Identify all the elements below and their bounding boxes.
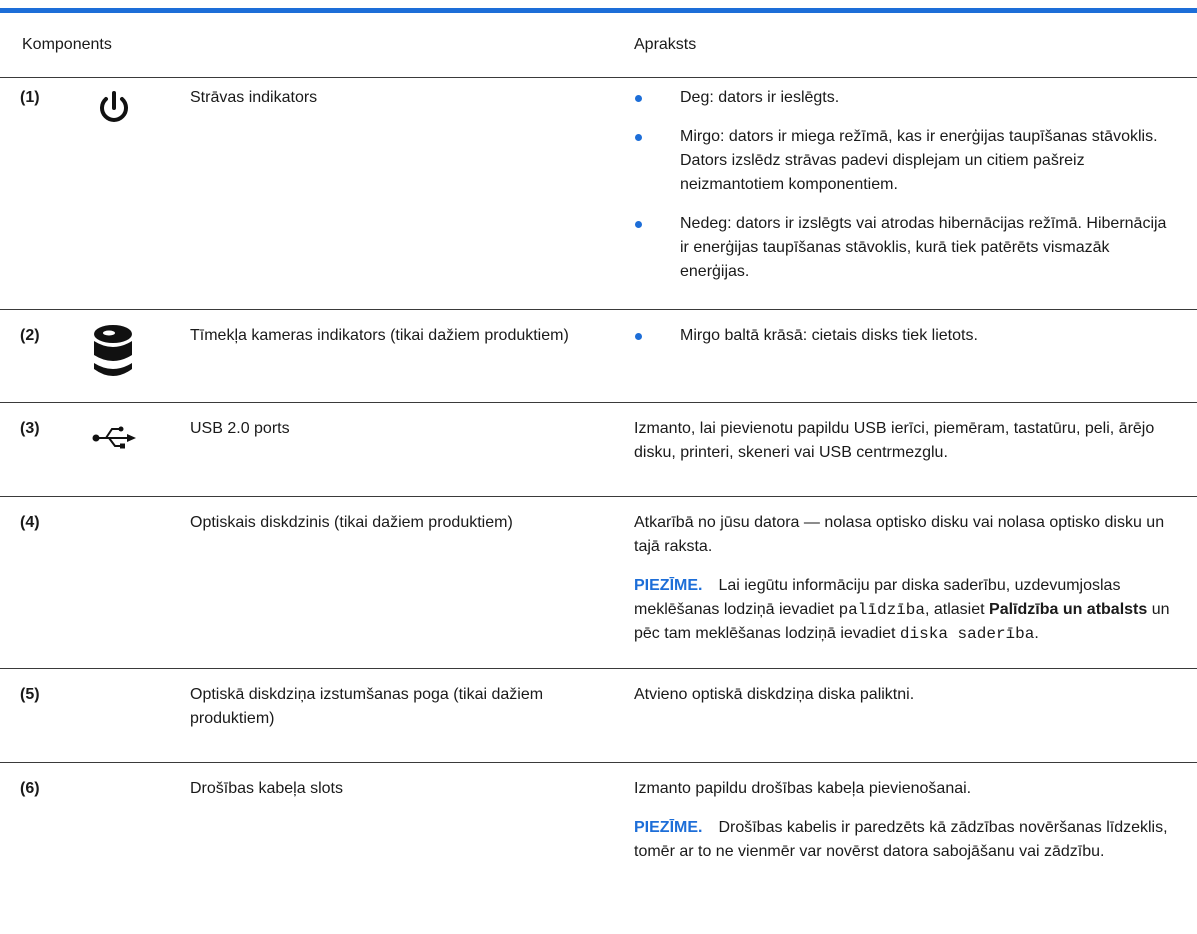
bullet-text: Mirgo: dators ir miega režīmā, kas ir en… <box>680 128 1158 193</box>
note-label: PIEZĪME. <box>634 577 703 594</box>
description-text: Izmanto papildu drošības kabeļa pievieno… <box>634 780 972 797</box>
bullet-dot <box>635 134 642 141</box>
column-header-component: Komponents <box>22 36 112 53</box>
component-description: Mirgo baltā krāsā: cietais disks tiek li… <box>634 324 1179 348</box>
note: PIEZĪME. Lai iegūtu informāciju par diska… <box>634 574 1179 646</box>
table-row: (1) Strāvas indikators Deg: dators ir ie… <box>0 77 1197 310</box>
component-description: Atkarībā no jūsu datora — nolasa optisko… <box>634 511 1179 646</box>
component-description: Atvieno optiskā diskdziņa diska paliktni… <box>634 686 915 703</box>
note-text: . <box>1034 625 1039 642</box>
component-name: Strāvas indikators <box>190 89 318 106</box>
note-text: , atlasiet <box>924 601 990 618</box>
row-number: (1) <box>20 89 40 106</box>
note-bold: Palīdzība un atbalsts <box>989 601 1148 618</box>
component-description: Deg: dators ir ieslēgts. Mirgo: dators i… <box>634 86 1179 284</box>
row-number: (3) <box>20 420 40 437</box>
component-description: Izmanto papildu drošības kabeļa pievieno… <box>634 777 1179 864</box>
table-row: (4) Optiskais diskdzinis (tikai dažiem p… <box>0 497 1197 669</box>
table-row: (6) Drošības kabeļa slots Izmanto papild… <box>0 763 1197 923</box>
bullet-dot <box>635 333 642 340</box>
table-row: (3) USB 2.0 ports Izmanto, lai pievienot… <box>0 403 1197 497</box>
note-text: Drošības kabelis ir paredzēts kā zādzība… <box>634 819 1168 860</box>
component-name: Optiskais diskdzinis (tikai dažiem produ… <box>190 514 513 531</box>
note: PIEZĪME. Drošības kabelis ir paredzēts kā… <box>634 816 1179 864</box>
row-number: (6) <box>20 780 40 797</box>
column-header-description: Apraksts <box>634 36 697 53</box>
table-header: Komponents Apraksts <box>0 13 1197 78</box>
bullet-item: Deg: dators ir ieslēgts. <box>634 86 1179 110</box>
component-name: USB 2.0 ports <box>190 420 290 437</box>
power-icon <box>100 91 128 122</box>
table-row: (5) Optiskā diskdziņa izstumšanas poga (… <box>0 669 1197 763</box>
bullet-dot <box>635 221 642 228</box>
bullet-item: Mirgo baltā krāsā: cietais disks tiek li… <box>634 324 1179 348</box>
note-label: PIEZĪME. <box>634 819 703 836</box>
bullet-text: Mirgo baltā krāsā: cietais disks tiek li… <box>680 327 978 344</box>
usb-icon <box>92 426 136 449</box>
hard-drive-icon <box>94 325 132 376</box>
component-name: Drošības kabeļa slots <box>190 780 343 797</box>
note-code: diska saderība <box>899 625 1035 643</box>
bullet-text: Nedeg: dators ir izslēgts vai atrodas hi… <box>680 215 1167 280</box>
bullet-text: Deg: dators ir ieslēgts. <box>680 89 840 106</box>
note-code: palīdzība <box>838 601 925 619</box>
table-row: (2) Tīmekļa kameras indikators (tikai da… <box>0 310 1197 403</box>
description-text: Atkarībā no jūsu datora — nolasa optisko… <box>634 514 1165 555</box>
row-number: (4) <box>20 514 40 531</box>
component-name: Optiskā diskdziņa izstumšanas poga (tika… <box>190 686 544 727</box>
row-number: (2) <box>20 327 40 344</box>
bullet-dot <box>635 95 642 102</box>
bullet-item: Nedeg: dators ir izslēgts vai atrodas hi… <box>634 212 1179 284</box>
bullet-item: Mirgo: dators ir miega režīmā, kas ir en… <box>634 125 1179 197</box>
row-number: (5) <box>20 686 40 703</box>
component-name: Tīmekļa kameras indikators (tikai dažiem… <box>190 327 569 344</box>
component-description: Izmanto, lai pievienotu papildu USB ierī… <box>634 420 1155 461</box>
